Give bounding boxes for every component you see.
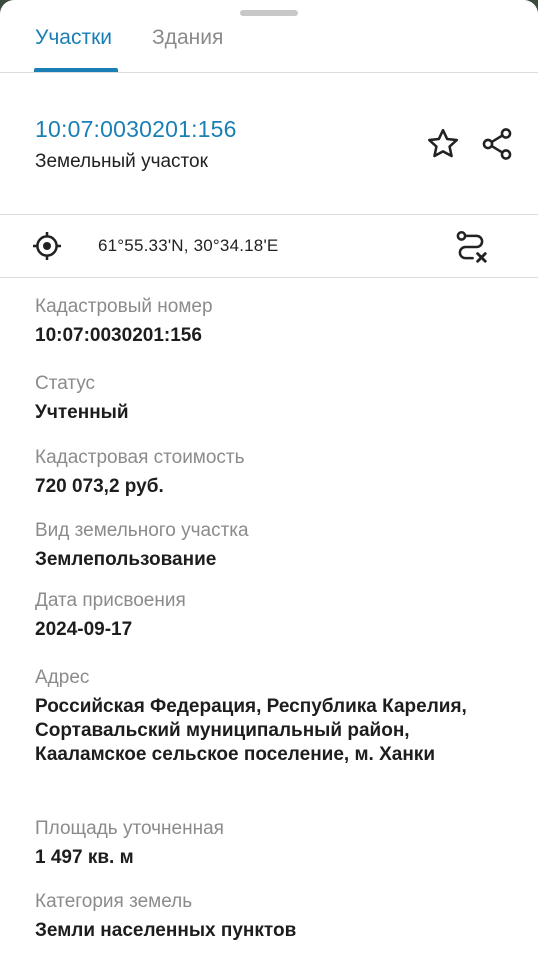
field-label: Адрес (35, 667, 90, 688)
field-value: 2024-09-17 (35, 619, 133, 640)
coordinates-bar: 61°55.33'N, 30°34.18'E (0, 215, 538, 278)
field-value: 720 073,2 руб. (35, 476, 164, 497)
coordinates-text[interactable]: 61°55.33'N, 30°34.18'E (98, 236, 278, 256)
field-status: Статус Учтенный (35, 372, 515, 425)
route-cancel-icon[interactable] (452, 228, 490, 266)
object-type-subtitle: Земельный участок (35, 151, 208, 172)
field-label: Кадастровая стоимость (35, 447, 245, 468)
field-address: Адрес Российская Федерация, Республика К… (35, 666, 515, 767)
field-parcel-kind: Вид земельного участка Землепользование (35, 519, 515, 572)
field-cadastral-number: Кадастровый номер 10:07:0030201:156 (35, 295, 515, 348)
field-label: Площадь уточненная (35, 818, 224, 839)
field-value: 10:07:0030201:156 (35, 325, 202, 346)
share-icon (482, 128, 512, 160)
field-assignment-date: Дата присвоения 2024-09-17 (35, 589, 515, 642)
field-value: Российская Федерация, Республика Карелия… (35, 696, 467, 765)
field-value: 1 497 кв. м (35, 847, 134, 868)
object-header: 10:07:0030201:156 Земельный участок (0, 73, 538, 215)
tab-bar: Участки Здания (0, 0, 538, 73)
crosshair-location-icon[interactable] (31, 230, 63, 262)
field-cadastral-value: Кадастровая стоимость 720 073,2 руб. (35, 446, 515, 499)
active-tab-indicator (34, 68, 118, 72)
field-label: Категория земель (35, 891, 193, 912)
tab-buildings[interactable]: Здания (152, 26, 223, 50)
favorite-button[interactable] (423, 124, 463, 164)
share-button[interactable] (477, 124, 517, 164)
field-label: Кадастровый номер (35, 296, 213, 317)
cadastral-number-title[interactable]: 10:07:0030201:156 (35, 116, 237, 143)
field-label: Вид земельного участка (35, 520, 249, 541)
tab-parcels[interactable]: Участки (35, 26, 112, 50)
field-value: Землепользование (35, 549, 217, 570)
field-value: Земли населенных пунктов (35, 920, 297, 941)
field-area: Площадь уточненная 1 497 кв. м (35, 817, 515, 870)
field-value: Учтенный (35, 402, 129, 423)
info-sheet: Участки Здания 10:07:0030201:156 Земельн… (0, 0, 538, 980)
field-label: Дата присвоения (35, 590, 186, 611)
field-land-category: Категория земель Земли населенных пункто… (35, 890, 515, 943)
star-icon (428, 128, 458, 158)
field-label: Статус (35, 373, 96, 394)
